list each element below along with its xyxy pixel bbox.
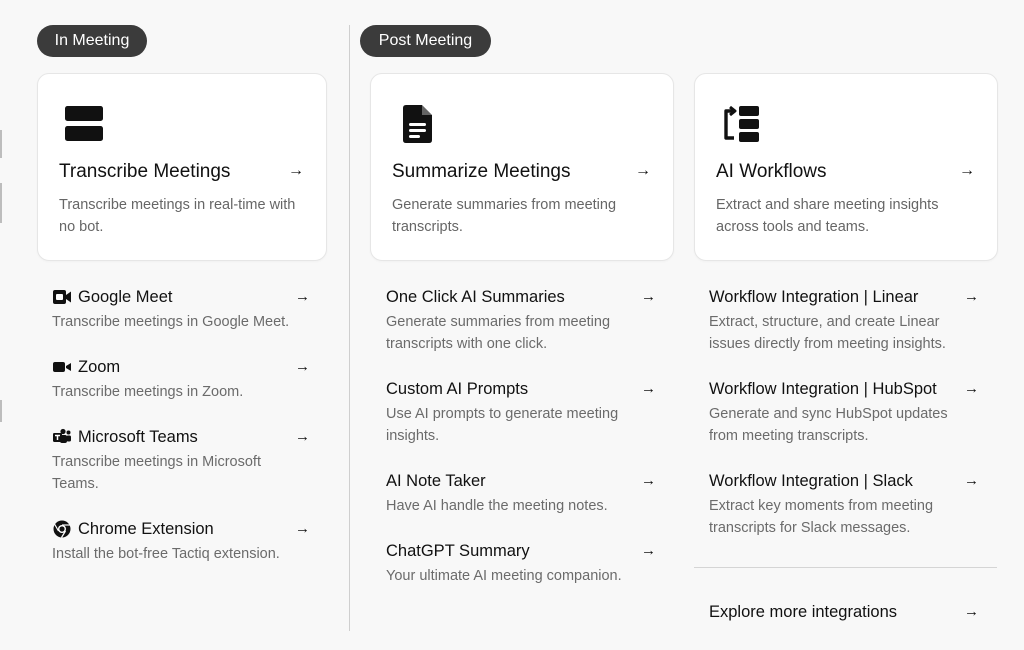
page-edge-mark [0, 400, 2, 422]
item-description: Extract key moments from meeting transcr… [709, 498, 934, 536]
item-description: Your ultimate AI meeting companion. [386, 568, 622, 584]
google-meet-icon [53, 290, 71, 304]
link-microsoft-teams[interactable]: Microsoft Teams → Transcribe meetings in… [52, 427, 310, 495]
page-edge-mark [0, 183, 2, 223]
item-title: AI Note Taker [386, 472, 486, 490]
page-edge-mark [0, 130, 2, 158]
card-ai-workflows[interactable]: AI Workflows → Extract and share meeting… [694, 73, 998, 261]
link-workflow-slack[interactable]: Workflow Integration | Slack → Extract k… [709, 471, 979, 539]
item-description: Generate and sync HubSpot updates from m… [709, 406, 948, 444]
arrow-right-icon: → [964, 603, 979, 620]
arrow-right-icon: → [288, 162, 304, 179]
arrow-right-icon: → [641, 542, 656, 559]
item-title: Workflow Integration | Slack [709, 472, 913, 490]
card-title: Summarize Meetings [392, 161, 571, 182]
chrome-icon [53, 520, 71, 538]
card-description: Generate summaries from meeting transcri… [392, 197, 617, 235]
document-icon [403, 105, 432, 143]
item-description: Install the bot-free Tactiq extension. [52, 546, 280, 562]
link-one-click-ai-summaries[interactable]: One Click AI Summaries → Generate summar… [386, 287, 656, 355]
section-label-post-meeting: Post Meeting [360, 25, 491, 57]
column-divider [349, 25, 350, 631]
zoom-icon [53, 362, 71, 372]
section-label-in-meeting: In Meeting [37, 25, 147, 57]
arrow-right-icon: → [295, 520, 310, 537]
arrow-right-icon: → [295, 428, 310, 445]
card-description: Extract and share meeting insights acros… [716, 197, 939, 235]
item-description: Extract, structure, and create Linear is… [709, 314, 946, 352]
item-title: Custom AI Prompts [386, 380, 529, 398]
item-description: Have AI handle the meeting notes. [386, 498, 608, 514]
explore-label: Explore more integrations [709, 603, 898, 621]
arrow-right-icon: → [959, 162, 975, 179]
item-title: Zoom [78, 358, 121, 376]
card-transcribe-meetings[interactable]: Transcribe Meetings → Transcribe meeting… [37, 73, 327, 261]
arrow-right-icon: → [635, 162, 651, 179]
link-chatgpt-summary[interactable]: ChatGPT Summary → Your ultimate AI meeti… [386, 541, 656, 587]
workflow-icon [724, 105, 759, 142]
card-title: AI Workflows [716, 161, 827, 182]
item-description: Transcribe meetings in Google Meet. [52, 314, 290, 330]
item-description: Use AI prompts to generate meeting insig… [386, 406, 619, 444]
card-description: Transcribe meetings in real-time with no… [59, 197, 296, 235]
arrow-right-icon: → [295, 358, 310, 375]
item-description: Transcribe meetings in Zoom. [52, 384, 244, 400]
item-title: Microsoft Teams [78, 428, 198, 446]
link-chrome-extension[interactable]: Chrome Extension → Install the bot-free … [52, 519, 310, 565]
arrow-right-icon: → [964, 380, 979, 397]
link-explore-integrations[interactable]: Explore more integrations → [709, 602, 979, 622]
item-title: Workflow Integration | Linear [709, 288, 919, 306]
link-ai-note-taker[interactable]: AI Note Taker → Have AI handle the meeti… [386, 471, 656, 517]
item-title: Chrome Extension [78, 520, 214, 538]
link-zoom[interactable]: Zoom → Transcribe meetings in Zoom. [52, 357, 310, 403]
item-title: ChatGPT Summary [386, 542, 530, 560]
link-workflow-linear[interactable]: Workflow Integration | Linear → Extract,… [709, 287, 979, 355]
microsoft-teams-icon [53, 428, 71, 443]
section-divider [694, 567, 997, 568]
arrow-right-icon: → [964, 472, 979, 489]
link-workflow-hubspot[interactable]: Workflow Integration | HubSpot → Generat… [709, 379, 979, 447]
item-description: Generate summaries from meeting transcri… [386, 314, 611, 352]
link-custom-ai-prompts[interactable]: Custom AI Prompts → Use AI prompts to ge… [386, 379, 656, 447]
item-description: Transcribe meetings in Microsoft Teams. [52, 454, 261, 492]
arrow-right-icon: → [641, 380, 656, 397]
item-title: One Click AI Summaries [386, 288, 565, 306]
item-title: Google Meet [78, 288, 173, 306]
arrow-right-icon: → [295, 288, 310, 305]
arrow-right-icon: → [641, 288, 656, 305]
item-title: Workflow Integration | HubSpot [709, 380, 937, 398]
card-title: Transcribe Meetings [59, 161, 231, 182]
arrow-right-icon: → [641, 472, 656, 489]
arrow-right-icon: → [964, 288, 979, 305]
transcript-icon [65, 106, 103, 141]
link-google-meet[interactable]: Google Meet → Transcribe meetings in Goo… [52, 287, 310, 333]
card-summarize-meetings[interactable]: Summarize Meetings → Generate summaries … [370, 73, 674, 261]
